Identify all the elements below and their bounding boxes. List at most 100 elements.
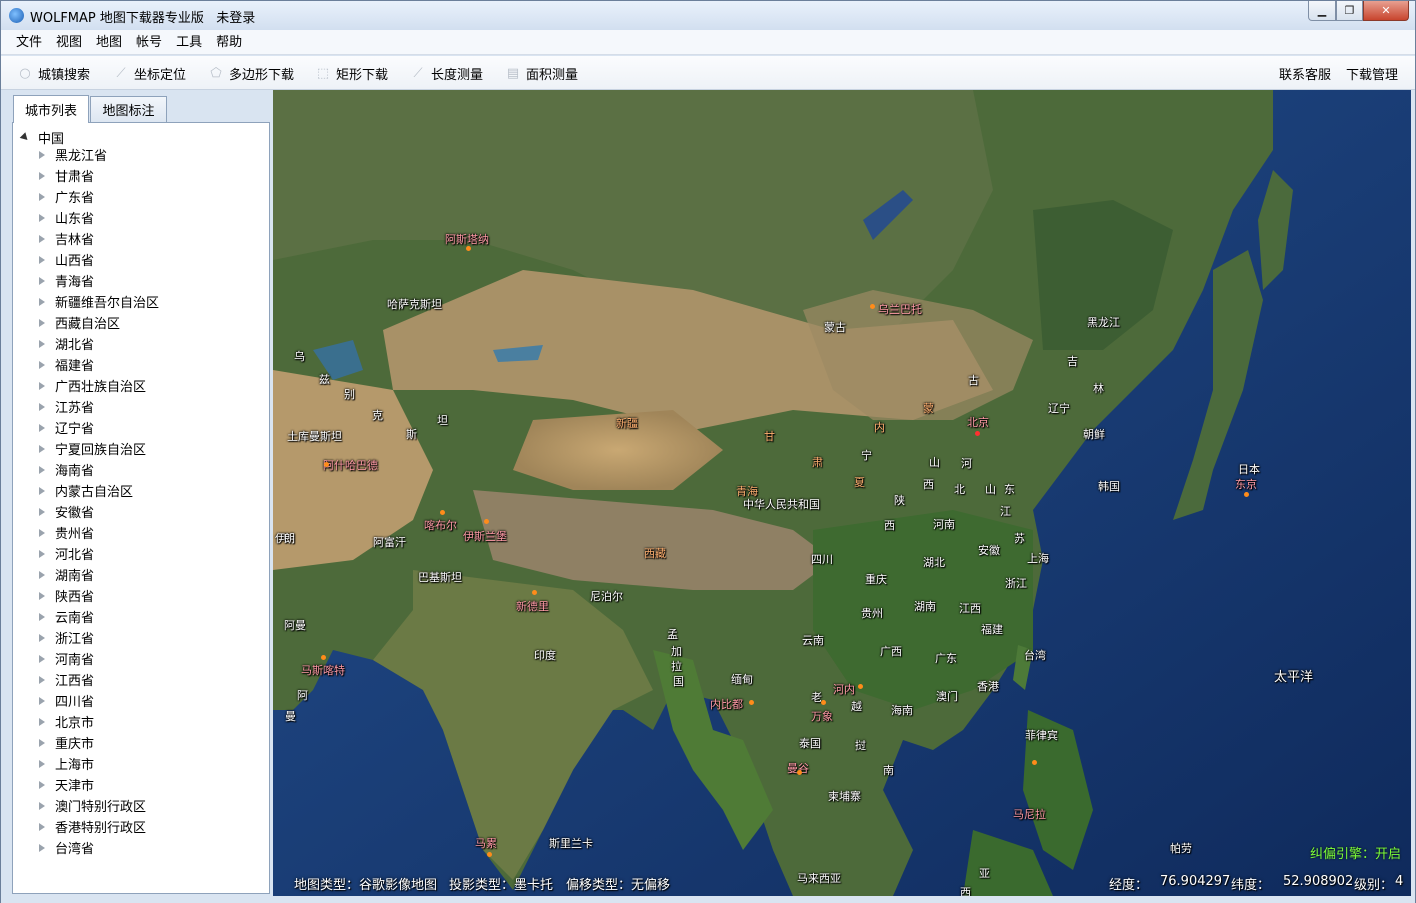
tree-item[interactable]: 云南省 [39,606,94,627]
rect-download-button[interactable]: ⬚ 矩形下载 [315,56,388,90]
title-bar[interactable]: WOLFMAP 地图下载器专业版 未登录 ▁ ❐ ✕ [1,1,1415,30]
minimize-button[interactable]: ▁ [1308,1,1336,21]
collapsed-arrow-icon[interactable] [39,759,45,768]
map-place-label: 乌 [294,350,305,363]
collapsed-arrow-icon[interactable] [39,612,45,621]
collapsed-arrow-icon[interactable] [39,381,45,390]
collapsed-arrow-icon[interactable] [39,780,45,789]
collapsed-arrow-icon[interactable] [39,822,45,831]
tree-item[interactable]: 青海省 [39,270,94,291]
collapsed-arrow-icon[interactable] [39,465,45,474]
collapsed-arrow-icon[interactable] [39,717,45,726]
close-button[interactable]: ✕ [1363,1,1409,21]
tree-item[interactable]: 海南省 [39,459,94,480]
collapsed-arrow-icon[interactable] [39,654,45,663]
capital-marker [466,246,471,251]
collapsed-arrow-icon[interactable] [39,360,45,369]
collapsed-arrow-icon[interactable] [39,675,45,684]
collapsed-arrow-icon[interactable] [39,402,45,411]
tree-item[interactable]: 贵州省 [39,522,94,543]
tree-item[interactable]: 广西壮族自治区 [39,375,146,396]
tree-item[interactable]: 湖南省 [39,564,94,585]
contact-support-button[interactable]: 联系客服 [1279,56,1331,90]
menu-account[interactable]: 帐号 [129,30,169,54]
collapsed-arrow-icon[interactable] [39,171,45,180]
tree-item[interactable]: 吉林省 [39,228,94,249]
menu-map[interactable]: 地图 [89,30,129,54]
collapsed-arrow-icon[interactable] [39,192,45,201]
coord-locate-button[interactable]: ⟋ 坐标定位 [113,56,186,90]
area-measure-button[interactable]: ▤ 面积测量 [505,56,578,90]
tree-item[interactable]: 四川省 [39,690,94,711]
tree-item[interactable]: 山西省 [39,249,94,270]
tab-city-list-label: 城市列表 [24,104,77,119]
tree-item[interactable]: 江苏省 [39,396,94,417]
collapsed-arrow-icon[interactable] [39,276,45,285]
tree-item[interactable]: 上海市 [39,753,94,774]
tab-city-list[interactable]: 城市列表 [13,95,89,123]
tree-item[interactable]: 湖北省 [39,333,94,354]
tree-item[interactable]: 甘肃省 [39,165,94,186]
tree-item[interactable]: 山东省 [39,207,94,228]
tree-item[interactable]: 河南省 [39,648,94,669]
city-tree[interactable]: 中国 黑龙江省 甘肃省 广东省 山东省 吉林省 山西省 青海省 新疆维吾尔自治区 西藏自治区 湖北… [12,122,270,894]
expanded-arrow-icon[interactable] [19,131,31,143]
menu-help[interactable]: 帮助 [209,30,249,54]
tree-item[interactable]: 河北省 [39,543,94,564]
tree-item[interactable]: 浙江省 [39,627,94,648]
download-manager-button[interactable]: 下载管理 [1346,56,1398,90]
collapsed-arrow-icon[interactable] [39,507,45,516]
collapsed-arrow-icon[interactable] [39,486,45,495]
collapsed-arrow-icon[interactable] [39,150,45,159]
city-search-button[interactable]: ○ 城镇搜索 [17,56,90,90]
menu-file[interactable]: 文件 [9,30,49,54]
polygon-download-button[interactable]: ⬠ 多边形下载 [208,56,294,90]
tree-item[interactable]: 黑龙江省 [39,144,107,165]
collapsed-arrow-icon[interactable] [39,843,45,852]
collapsed-arrow-icon[interactable] [39,444,45,453]
collapsed-arrow-icon[interactable] [39,234,45,243]
collapsed-arrow-icon[interactable] [39,738,45,747]
collapsed-arrow-icon[interactable] [39,633,45,642]
tree-item-label: 台湾省 [55,842,95,857]
collapsed-arrow-icon[interactable] [39,297,45,306]
menu-tools[interactable]: 工具 [169,30,209,54]
tree-item[interactable]: 新疆维吾尔自治区 [39,291,159,312]
tree-item[interactable]: 西藏自治区 [39,312,120,333]
collapsed-arrow-icon[interactable] [39,801,45,810]
correction-engine-toggle[interactable]: 纠偏引擎：开启 [1310,843,1401,862]
length-measure-button[interactable]: ⟋ 长度测量 [410,56,483,90]
minimize-icon: ▁ [1317,4,1327,17]
tree-item[interactable]: 香港特别行政区 [39,816,146,837]
tree-item-label: 四川省 [55,695,95,710]
tree-item[interactable]: 江西省 [39,669,94,690]
tree-item[interactable]: 天津市 [39,774,94,795]
map-view[interactable]: 阿斯塔纳 乌兰巴托 哈萨克斯坦 蒙古 黑龙江吉林 古辽宁 乌兹别克 坦斯 北京 蒙内朝鲜 日本 东京 韩… [273,90,1411,896]
collapsed-arrow-icon[interactable] [39,423,45,432]
menu-view[interactable]: 视图 [49,30,89,54]
collapsed-arrow-icon[interactable] [39,591,45,600]
collapsed-arrow-icon[interactable] [39,213,45,222]
collapsed-arrow-icon[interactable] [39,696,45,705]
tree-item[interactable]: 辽宁省 [39,417,94,438]
tree-item[interactable]: 北京市 [39,711,94,732]
collapsed-arrow-icon[interactable] [39,318,45,327]
tree-item[interactable]: 广东省 [39,186,94,207]
tree-item[interactable]: 重庆市 [39,732,94,753]
collapsed-arrow-icon[interactable] [39,528,45,537]
tree-item[interactable]: 台湾省 [39,837,94,858]
tree-item[interactable]: 宁夏回族自治区 [39,438,146,459]
latitude-value: 52.908902 [1283,874,1354,889]
tree-item[interactable]: 内蒙古自治区 [39,480,133,501]
tab-map-annotation[interactable]: 地图标注 [90,96,167,122]
map-place-label: 柬埔寨 [828,790,861,803]
collapsed-arrow-icon[interactable] [39,549,45,558]
tree-item[interactable]: 澳门特别行政区 [39,795,146,816]
collapsed-arrow-icon[interactable] [39,339,45,348]
maximize-button[interactable]: ❐ [1336,1,1363,21]
collapsed-arrow-icon[interactable] [39,255,45,264]
tree-item[interactable]: 福建省 [39,354,94,375]
collapsed-arrow-icon[interactable] [39,570,45,579]
tree-item[interactable]: 安徽省 [39,501,94,522]
tree-item[interactable]: 陕西省 [39,585,94,606]
